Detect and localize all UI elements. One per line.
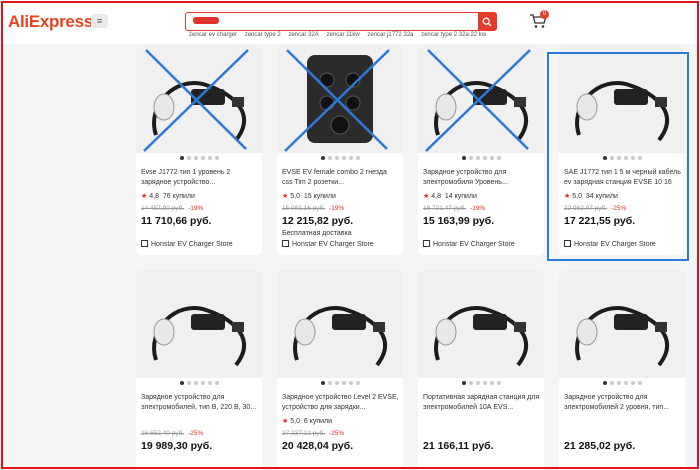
search-suggestions: zencar ev charger zencar type 2 zencar 3… [189, 32, 492, 38]
suggestion-link[interactable]: zencar j1772 32a [367, 32, 413, 38]
product-card[interactable]: SAE J1772 тип 1 5 м черный кабель ev зар… [559, 45, 685, 255]
image-carousel-dots[interactable] [277, 381, 403, 385]
product-card[interactable]: Зарядное устройство Level 2 EVSE, устрой… [277, 270, 403, 470]
product-price: 19 989,30 руб. [141, 440, 213, 452]
product-image[interactable] [418, 270, 544, 378]
store-link[interactable]: Honstar EV Charger Store [564, 240, 656, 248]
product-rating: ★ 5,0 15 купили [282, 193, 336, 200]
product-title[interactable]: SAE J1772 тип 1 5 м черный кабель ev зар… [564, 168, 681, 188]
redaction-mark [193, 17, 219, 24]
old-price: 18 721,47 руб. -19% [423, 205, 486, 212]
product-image[interactable] [277, 270, 403, 378]
store-icon [423, 240, 430, 247]
old-price: 27 237,12 руб. -25% [282, 430, 345, 437]
store-icon [564, 240, 571, 247]
star-icon: ★ [564, 193, 571, 200]
store-link[interactable]: Honstar EV Charger Store [423, 240, 515, 248]
product-title[interactable]: Портативная зарядная станция для электро… [423, 393, 540, 413]
star-icon: ★ [282, 418, 289, 425]
store-icon [282, 240, 289, 247]
product-title[interactable]: Зарядное устройство для электромобилей, … [141, 393, 258, 413]
product-title[interactable]: EVSE EV female combo 2 гнезда css Tim 2 … [282, 168, 399, 188]
image-carousel-dots[interactable] [136, 381, 262, 385]
menu-icon[interactable]: ≡ [91, 14, 108, 28]
image-carousel-dots[interactable] [277, 156, 403, 160]
product-card[interactable]: Evse J1772 тип 1 уровень 2 зарядное устр… [136, 45, 262, 255]
image-carousel-dots[interactable] [418, 381, 544, 385]
product-title[interactable]: Зарядное устройство Level 2 EVSE, устрой… [282, 393, 399, 413]
product-image[interactable] [559, 270, 685, 378]
product-price: 21 285,02 руб. [564, 440, 636, 452]
old-price: 14 457,90 руб. -19% [141, 205, 204, 212]
product-image[interactable] [136, 45, 262, 153]
product-image[interactable] [277, 45, 403, 153]
search-button[interactable] [478, 13, 496, 30]
product-card[interactable]: Портативная зарядная станция для электро… [418, 270, 544, 470]
store-link[interactable]: Honstar EV Charger Store [141, 240, 233, 248]
product-price: 11 710,66 руб. [141, 215, 212, 227]
suggestion-link[interactable]: zencar 11kw [326, 32, 359, 38]
image-carousel-dots[interactable] [559, 381, 685, 385]
star-icon: ★ [141, 193, 148, 200]
discount-badge: -19% [329, 205, 345, 212]
product-image[interactable] [418, 45, 544, 153]
product-image[interactable] [136, 270, 262, 378]
suggestion-link[interactable]: zencar type 2 [245, 32, 281, 38]
product-price: 12 215,82 руб. [282, 215, 354, 227]
suggestion-link[interactable]: zencar type 2 32a 22 kw [421, 32, 486, 38]
suggestion-link[interactable]: zencar ev charger [189, 32, 237, 38]
old-price: 15 081,16 руб. -19% [282, 205, 345, 212]
product-card[interactable]: Зарядное устройство для электромобилей, … [136, 270, 262, 470]
discount-badge: -25% [611, 205, 627, 212]
image-carousel-dots[interactable] [559, 156, 685, 160]
product-card[interactable]: Зарядное устройство для электромобиля Ур… [418, 45, 544, 255]
logo[interactable]: AliExpress [8, 12, 93, 32]
old-price: 26 652,40 руб. -25% [141, 430, 204, 437]
cart-count-badge: 0 [540, 10, 549, 19]
search-icon [482, 17, 492, 26]
discount-badge: -19% [470, 205, 486, 212]
product-title[interactable]: Зарядное устройство для электромобиля Ур… [423, 168, 540, 188]
product-price: 17 221,55 руб. [564, 215, 636, 227]
suggestion-link[interactable]: zencar 32A [288, 32, 318, 38]
image-carousel-dots[interactable] [136, 156, 262, 160]
product-grid: Evse J1772 тип 1 уровень 2 зарядное устр… [0, 44, 700, 470]
product-price: 15 163,99 руб. [423, 215, 495, 227]
product-price: 20 428,04 руб. [282, 440, 354, 452]
header: AliExpress ≡ zencar ev charger zencar ty… [0, 0, 700, 44]
star-icon: ★ [423, 193, 430, 200]
product-title[interactable]: Evse J1772 тип 1 уровень 2 зарядное устр… [141, 168, 258, 188]
product-card[interactable]: EVSE EV female combo 2 гнезда css Tim 2 … [277, 45, 403, 255]
store-icon [141, 240, 148, 247]
old-price: 22 962,07 руб. -25% [564, 205, 627, 212]
image-carousel-dots[interactable] [418, 156, 544, 160]
product-image[interactable] [559, 45, 685, 153]
cross-out-mark [143, 49, 249, 152]
star-icon: ★ [282, 193, 289, 200]
discount-badge: -25% [188, 430, 204, 437]
product-rating: ★ 4,8 14 купили [423, 193, 477, 200]
discount-badge: -25% [329, 430, 345, 437]
product-card[interactable]: Зарядное устройство для электромобилей 2… [559, 270, 685, 470]
product-rating: ★ 5,0 34 купили [564, 193, 618, 200]
cross-out-mark [284, 49, 390, 152]
store-link[interactable]: Honstar EV Charger Store [282, 240, 374, 248]
search-bar[interactable] [185, 12, 497, 31]
product-rating: ★ 5,0 6 купили [282, 418, 333, 425]
product-price: 21 166,11 руб. [423, 440, 494, 452]
search-input[interactable] [186, 13, 478, 30]
product-title[interactable]: Зарядное устройство для электромобилей 2… [564, 393, 681, 413]
delivery-note: Бесплатная доставка [282, 230, 352, 237]
discount-badge: -19% [188, 205, 204, 212]
product-rating: ★ 4,8 76 купили [141, 193, 195, 200]
cross-out-mark [425, 49, 531, 152]
